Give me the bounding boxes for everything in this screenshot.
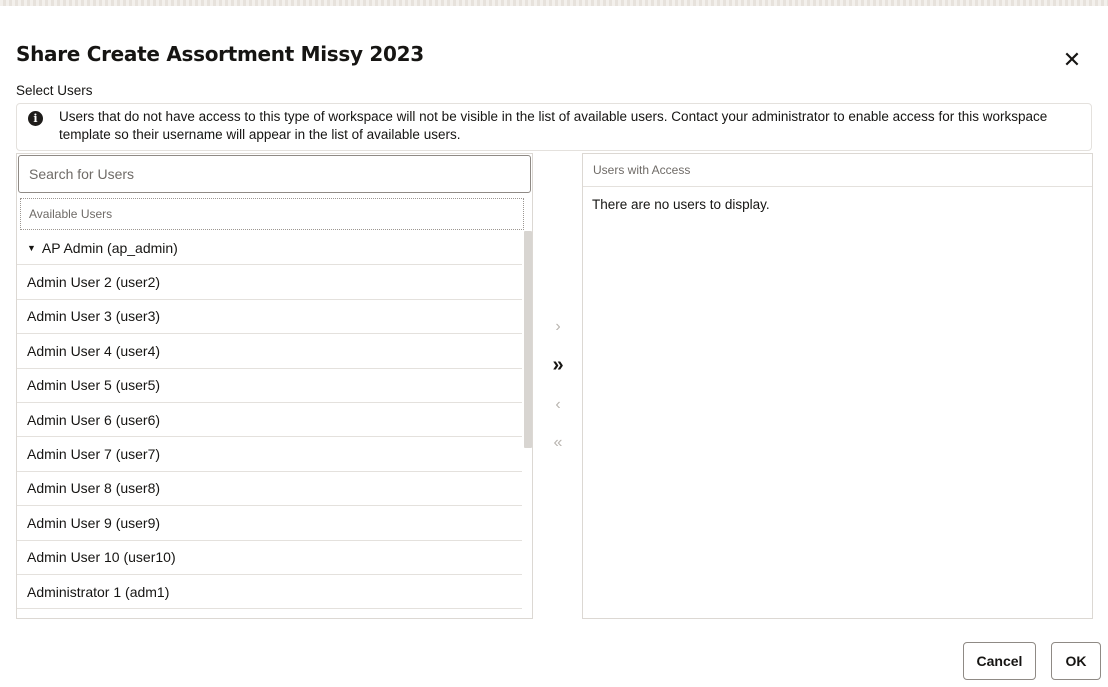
list-item[interactable]: ▼ AP Admin (ap_admin) bbox=[17, 231, 522, 266]
users-with-access-panel: Users with Access There are no users to … bbox=[582, 153, 1093, 619]
select-users-label: Select Users bbox=[16, 83, 93, 98]
info-icon: i bbox=[28, 111, 43, 126]
cancel-button[interactable]: Cancel bbox=[963, 642, 1036, 680]
info-message-text: Users that do not have access to this ty… bbox=[59, 109, 1048, 142]
move-all-button[interactable]: » bbox=[543, 350, 573, 380]
users-with-access-header: Users with Access bbox=[583, 154, 1092, 187]
list-item[interactable]: Admin User 10 (user10) bbox=[17, 541, 522, 575]
dialog-title: Share Create Assortment Missy 2023 bbox=[16, 42, 424, 66]
list-item[interactable]: Admin User 7 (user7) bbox=[17, 437, 522, 472]
user-label: Admin User 4 (user4) bbox=[27, 342, 161, 359]
user-label: AP Admin (ap_admin) bbox=[41, 239, 178, 256]
list-item[interactable]: Admin User 9 (user9) bbox=[17, 506, 522, 541]
user-label: Admin User 6 (user6) bbox=[27, 411, 161, 428]
list-item[interactable]: Admin User 5 (user5) bbox=[17, 369, 522, 403]
caret-down-icon: ▼ bbox=[27, 242, 36, 253]
user-label: Admin User 8 (user8) bbox=[27, 480, 161, 497]
user-label: Admin User 5 (user5) bbox=[27, 377, 161, 394]
available-users-scrollbar[interactable] bbox=[524, 231, 532, 611]
available-users-panel: Available Users ▼ AP Admin (ap_admin) Adm… bbox=[16, 153, 533, 619]
move-selected-button[interactable]: › bbox=[543, 312, 573, 342]
empty-state-message: There are no users to display. bbox=[592, 197, 770, 212]
list-item[interactable]: Admin User 8 (user8) bbox=[17, 472, 522, 507]
scrollbar-thumb[interactable] bbox=[524, 231, 532, 448]
list-item[interactable]: Admin User 6 (user6) bbox=[17, 403, 522, 438]
user-label: Admin User 2 (user2) bbox=[27, 274, 161, 291]
remove-all-button[interactable]: « bbox=[543, 428, 573, 458]
available-users-header: Available Users bbox=[20, 198, 524, 230]
search-users-input[interactable] bbox=[18, 155, 531, 193]
user-label: Administrator 1 (adm1) bbox=[27, 583, 170, 600]
close-icon[interactable]: ✕ bbox=[1060, 48, 1084, 72]
shuttle-controls: › » ‹ « bbox=[543, 310, 573, 470]
user-label: Admin User 3 (user3) bbox=[27, 308, 161, 325]
info-message-box: i Users that do not have access to this … bbox=[16, 103, 1092, 151]
available-users-list: ▼ AP Admin (ap_admin) Admin User 2 (user2… bbox=[17, 231, 522, 611]
user-label: Admin User 9 (user9) bbox=[27, 514, 161, 531]
list-item[interactable]: Admin User 4 (user4) bbox=[17, 334, 522, 369]
user-label: Admin User 7 (user7) bbox=[27, 446, 161, 463]
list-item[interactable]: Admin User 3 (user3) bbox=[17, 300, 522, 335]
remove-selected-button[interactable]: ‹ bbox=[543, 390, 573, 420]
list-item[interactable]: Admin User 2 (user2) bbox=[17, 265, 522, 300]
list-item[interactable]: Administrator 1 (adm1) bbox=[17, 575, 522, 610]
user-label: Admin User 10 (user10) bbox=[27, 549, 176, 566]
ok-button[interactable]: OK bbox=[1051, 642, 1101, 680]
